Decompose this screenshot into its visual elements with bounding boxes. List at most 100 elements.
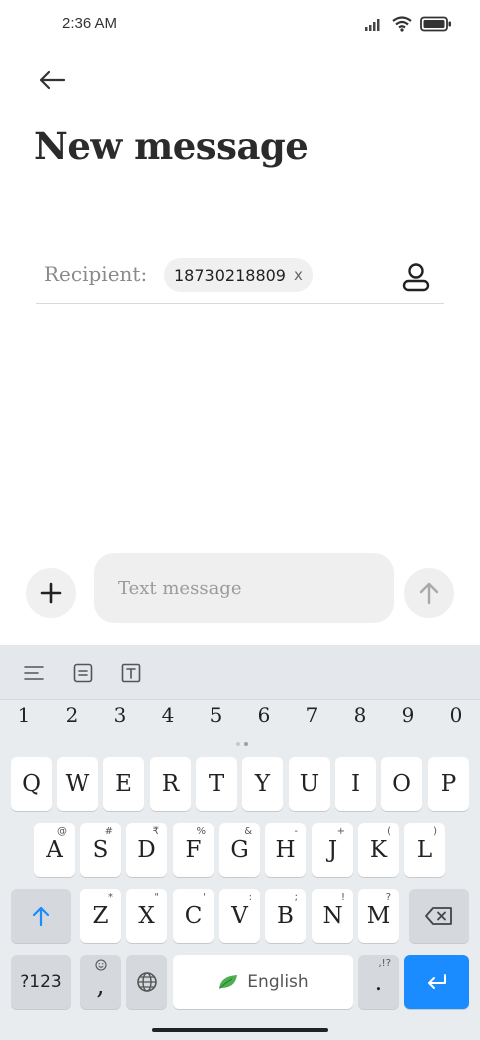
key-v[interactable]: :V: [219, 889, 260, 943]
key-r[interactable]: R: [150, 757, 191, 811]
key-z-label: Z: [92, 903, 109, 929]
key-k[interactable]: (K: [358, 823, 399, 877]
key-v-label: V: [231, 903, 248, 929]
backspace-icon: [425, 907, 452, 925]
enter-key[interactable]: [404, 955, 469, 1009]
shift-key[interactable]: [11, 889, 71, 943]
key-j[interactable]: + J: [312, 823, 353, 877]
number-row: 1 2 3 4 5 6 7 8 9 0: [0, 703, 480, 733]
comma-label: ,: [96, 971, 105, 1001]
recipient-chip-number: 18730218809: [174, 265, 286, 285]
key-i[interactable]: I: [335, 757, 376, 811]
key-k-label: K: [369, 837, 388, 863]
key-t[interactable]: T: [196, 757, 237, 811]
clipboard-icon[interactable]: [69, 659, 97, 687]
symbols-key[interactable]: ?123: [11, 955, 71, 1009]
key-f-label: F: [185, 837, 202, 863]
key-c[interactable]: ' C: [173, 889, 214, 943]
attach-button[interactable]: [26, 568, 76, 618]
key-w[interactable]: W: [57, 757, 98, 811]
recipient-chip[interactable]: 18730218809 x: [164, 258, 313, 292]
key-c-hint: ': [203, 892, 206, 903]
back-button[interactable]: [32, 62, 72, 98]
key-f[interactable]: % F: [173, 823, 214, 877]
send-button[interactable]: [404, 568, 454, 618]
key-b-label: B: [277, 903, 294, 929]
recipient-label: Recipient:: [44, 262, 148, 286]
key-1[interactable]: 1: [6, 703, 42, 727]
recipient-field[interactable]: Recipient: 18730218809 x: [36, 250, 444, 304]
key-a[interactable]: @ A: [34, 823, 75, 877]
language-key[interactable]: [126, 955, 167, 1009]
key-n-hint: !: [340, 892, 345, 903]
key-a-hint: @: [57, 826, 67, 837]
person-icon: [402, 263, 430, 292]
key-v-hint: :: [248, 892, 252, 903]
key-b[interactable]: ; B: [265, 889, 306, 943]
space-key-label: English: [247, 972, 309, 992]
period-label: .: [374, 968, 383, 996]
key-3[interactable]: 3: [102, 703, 138, 727]
contacts-button[interactable]: [400, 260, 432, 294]
status-bar: 2:36 AM: [0, 0, 480, 50]
key-m-hint: ?: [385, 892, 391, 903]
key-l-label: L: [416, 837, 433, 863]
key-2[interactable]: 2: [54, 703, 90, 727]
key-e[interactable]: E: [103, 757, 144, 811]
menu-lines-icon[interactable]: [20, 659, 48, 687]
key-8[interactable]: 8: [342, 703, 378, 727]
key-q[interactable]: Q: [11, 757, 52, 811]
key-m-label: M: [366, 903, 391, 929]
key-g[interactable]: & G: [219, 823, 260, 877]
key-o[interactable]: O: [381, 757, 422, 811]
status-time: 2:36 AM: [62, 15, 118, 32]
key-6[interactable]: 6: [246, 703, 282, 727]
key-z-hint: *: [108, 892, 113, 903]
send-arrow-icon: [419, 582, 439, 605]
key-j-label: J: [327, 837, 338, 863]
key-9[interactable]: 9: [390, 703, 426, 727]
key-4[interactable]: 4: [150, 703, 186, 727]
key-l[interactable]: ) L: [404, 823, 445, 877]
battery-icon: [420, 16, 451, 32]
key-u[interactable]: U: [289, 757, 330, 811]
period-key[interactable]: ,!?.: [358, 955, 399, 1009]
key-a-label: A: [46, 837, 63, 863]
back-arrow-icon: [39, 70, 66, 90]
plus-icon: [40, 582, 62, 604]
emoji-icon: [95, 959, 107, 971]
key-z[interactable]: * Z: [80, 889, 121, 943]
key-p[interactable]: P: [428, 757, 469, 811]
text-format-icon[interactable]: [117, 659, 145, 687]
key-s-label: S: [92, 837, 109, 863]
key-s[interactable]: # S: [80, 823, 121, 877]
keyboard: 1 2 3 4 5 6 7 8 9 0 Q W E R T Y U I O P …: [0, 645, 480, 1040]
globe-icon: [136, 972, 157, 992]
key-h-label: H: [275, 837, 296, 863]
key-7[interactable]: 7: [294, 703, 330, 727]
key-d[interactable]: ₹ D: [126, 823, 167, 877]
key-0[interactable]: 0: [438, 703, 474, 727]
compose-bar: [0, 550, 480, 630]
key-n[interactable]: ! N: [312, 889, 353, 943]
key-j-hint: +: [336, 826, 345, 837]
symbols-key-label: ?123: [20, 972, 62, 992]
remove-recipient-button[interactable]: x: [294, 266, 303, 284]
status-icons: [364, 16, 452, 32]
keyboard-toolbar: [0, 645, 480, 700]
key-s-hint: #: [104, 826, 113, 837]
backspace-key[interactable]: [409, 889, 469, 943]
space-key[interactable]: English: [173, 955, 353, 1009]
key-l-hint: ): [433, 826, 437, 837]
key-m[interactable]: ? M: [358, 889, 399, 943]
key-5[interactable]: 5: [198, 703, 234, 727]
message-input[interactable]: [94, 553, 394, 623]
key-x[interactable]: " X: [126, 889, 167, 943]
signal-icon: [365, 19, 380, 31]
key-h[interactable]: -H: [265, 823, 306, 877]
comma-emoji-key[interactable]: ,: [80, 955, 121, 1009]
key-y[interactable]: Y: [242, 757, 283, 811]
key-n-label: N: [322, 903, 343, 929]
key-c-label: C: [184, 903, 203, 929]
home-indicator[interactable]: [152, 1028, 328, 1032]
